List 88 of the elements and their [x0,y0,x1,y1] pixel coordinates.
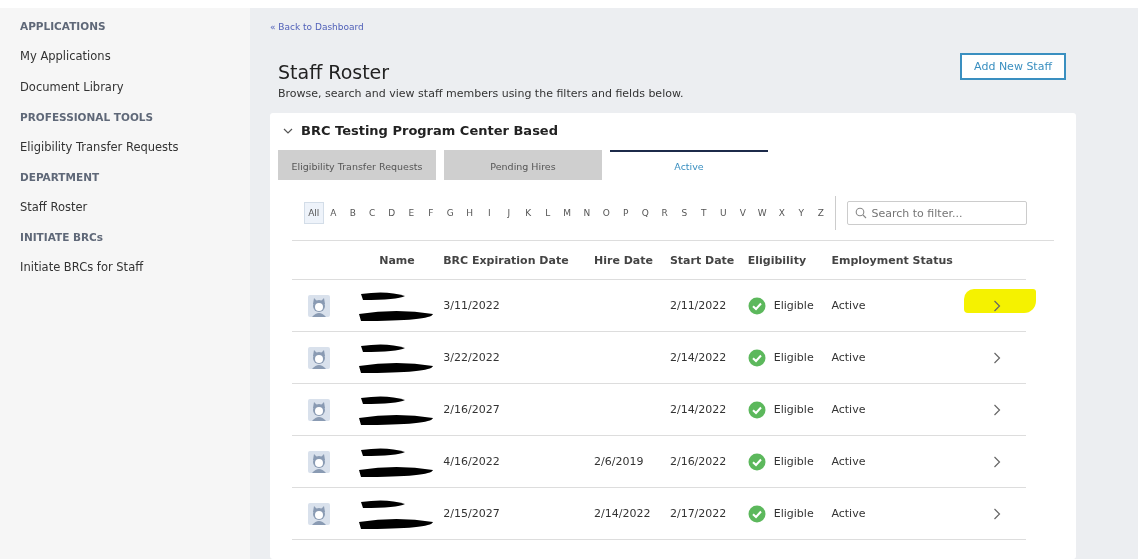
letter-filter[interactable]: J [499,202,519,224]
start-date: 2/17/2022 [669,507,727,520]
employment-status: Active [831,455,866,468]
letter-filter[interactable]: C [362,202,382,224]
sidebar-item[interactable]: Initiate BRCs for Staff [20,260,144,274]
employment-status: Active [831,299,866,312]
letter-filter[interactable]: B [343,202,363,224]
avatar-icon [308,502,330,525]
avatar-icon [308,398,330,421]
letter-filter[interactable]: G [440,202,460,224]
check-circle-icon [747,296,766,315]
expiration-date: 4/16/2022 [443,455,500,468]
letter-filter[interactable]: T [694,202,714,224]
column-header: Eligibility [747,253,807,267]
letter-filter[interactable]: O [596,202,616,224]
check-circle-icon [747,348,766,367]
letter-filter[interactable]: S [674,202,694,224]
eligibility-status: Eligible [773,299,814,312]
letter-filter[interactable]: Z [811,202,831,224]
column-header: BRC Expiration Date [443,253,569,267]
letter-filter[interactable]: N [577,202,597,224]
letter-filter[interactable]: D [382,202,402,224]
check-circle-icon [747,452,766,471]
letter-filter[interactable]: E [401,202,421,224]
start-date: 2/16/2022 [669,455,727,468]
eligibility-status: Eligible [773,403,814,416]
letter-filter[interactable]: L [538,202,558,224]
letter-filter[interactable]: P [616,202,636,224]
eligibility-status: Eligible [773,455,814,468]
letter-filter[interactable]: Q [635,202,655,224]
add-staff-button[interactable]: Add New Staff [960,53,1066,80]
letter-filter[interactable]: All [304,202,324,224]
letter-filter[interactable]: Y [791,202,811,224]
column-header: Start Date [669,253,735,267]
hire-date: 2/14/2022 [594,507,651,520]
expiration-date: 2/16/2027 [443,403,500,416]
check-circle-icon [747,400,766,419]
hire-date: 2/6/2019 [594,455,644,468]
search-field[interactable]: Search to filter... [846,201,1027,225]
page-subtitle: Browse, search and view staff members using the filters and fields below. [278,87,684,100]
back-link[interactable]: « Back to Dashboard [270,22,364,32]
letter-filter[interactable]: F [421,202,441,224]
column-header: Hire Date [594,253,653,267]
expiration-date: 2/15/2027 [443,507,500,520]
employment-status: Active [831,403,866,416]
page-title: Staff Roster [278,61,391,83]
letter-filter[interactable]: R [655,202,675,224]
letter-filter[interactable]: M [557,202,577,224]
eligibility-status: Eligible [773,351,814,364]
column-header: Employment Status [831,253,953,267]
letter-filter[interactable]: U [713,202,733,224]
avatar-icon [308,450,330,473]
search-icon [854,207,867,219]
start-date: 2/11/2022 [669,299,727,312]
start-date: 2/14/2022 [669,403,727,416]
start-date: 2/14/2022 [669,351,727,364]
sidebar-item[interactable]: My Applications [20,49,111,63]
column-header: Name [379,253,415,267]
expiration-date: 3/22/2022 [443,351,500,364]
tab[interactable]: Pending Hires [444,150,602,180]
letter-filter[interactable]: K [518,202,538,224]
letter-filter[interactable]: H [460,202,480,224]
section-heading: INITIATE BRCs [20,231,103,243]
check-circle-icon [747,504,766,523]
employment-status: Active [831,507,866,520]
panel-title: BRC Testing Program Center Based [301,123,558,138]
chevron-right-icon[interactable] [992,351,1001,364]
expiration-date: 3/11/2022 [443,299,500,312]
letter-filter[interactable]: W [752,202,772,224]
letter-filter[interactable]: A [323,202,343,224]
chevron-right-icon[interactable] [992,507,1001,520]
avatar-icon [308,294,330,317]
sidebar-item[interactable]: Document Library [20,80,124,94]
avatar-icon [308,346,330,369]
eligibility-status: Eligible [773,507,814,520]
letter-filter[interactable]: X [772,202,792,224]
letter-filter[interactable]: I [479,202,499,224]
chevron-right-icon[interactable] [992,299,1001,312]
chevron-right-icon[interactable] [992,455,1001,468]
employment-status: Active [831,351,866,364]
section-heading: DEPARTMENT [20,171,100,183]
section-heading: APPLICATIONS [20,20,106,32]
tab[interactable]: Eligibility Transfer Requests [278,150,436,180]
sidebar-item[interactable]: Staff Roster [20,200,88,214]
sidebar-item[interactable]: Eligibility Transfer Requests [20,140,179,154]
section-heading: PROFESSIONAL TOOLS [20,111,154,123]
chevron-right-icon[interactable] [992,403,1001,416]
letter-filter[interactable]: V [733,202,753,224]
